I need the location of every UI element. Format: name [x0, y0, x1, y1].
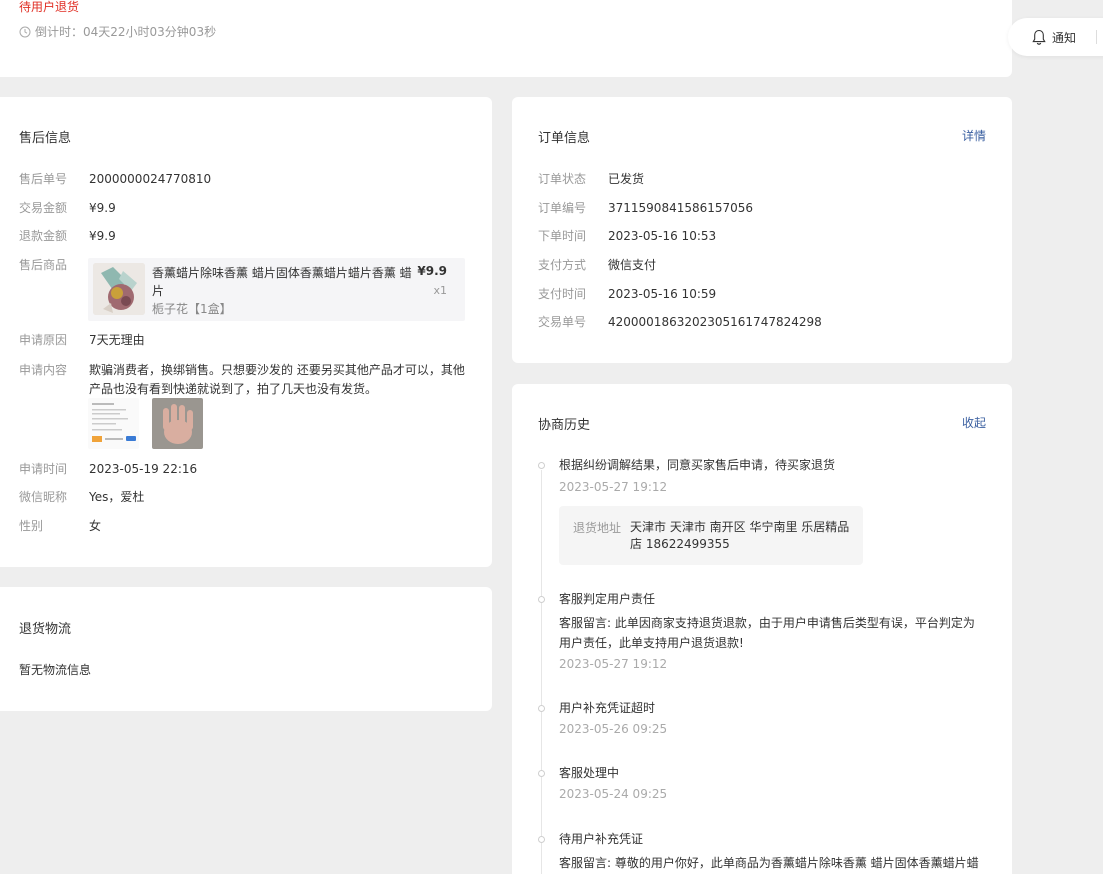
aftersale-title: 售后信息 [19, 131, 72, 146]
status-card: 待用户退货 倒计时：04天22小时03分钟03秒 [0, 0, 1012, 77]
product-qty: x1 [433, 284, 447, 297]
kv-label: 退款金额 [19, 229, 68, 243]
kv-value: 女 [89, 519, 102, 533]
kv-row: 交易单号 4200001863202305161747824298 [538, 314, 822, 330]
kv-value: Yes，爱杜 [89, 490, 145, 504]
kv-row: 申请时间 2023-05-19 22:16 [19, 461, 197, 477]
kv-value: 微信支付 [608, 258, 657, 272]
kv-value: 4200001863202305161747824298 [608, 315, 822, 329]
logistics-card: 退货物流 暂无物流信息 [0, 587, 492, 711]
kv-label: 申请内容 [19, 363, 68, 377]
kv-row: 微信昵称 Yes，爱杜 [19, 489, 144, 505]
product-sku: 栀子花【1盒】 [152, 302, 232, 316]
evidence-image-2[interactable] [152, 398, 203, 449]
timeline-dot [538, 705, 545, 712]
kv-label: 订单编号 [538, 201, 587, 215]
kv-value: 2023-05-16 10:53 [608, 229, 717, 243]
product-card[interactable]: 香薰蜡片除味香薰 蜡片固体香薰蜡片蜡片香薰 蜡片 栀子花【1盒】 ¥9.9 x1 [88, 258, 465, 321]
kv-row: 申请内容 欺骗消费者，换绑销售。只想要沙发的 还要另买其他产品才可以，其他产品也… [19, 361, 469, 399]
address-label: 退货地址 [573, 521, 622, 535]
kv-label: 支付时间 [538, 287, 587, 301]
kv-label: 下单时间 [538, 229, 587, 243]
logistics-title: 退货物流 [19, 622, 72, 637]
timeline-title: 客服判定用户责任 [559, 592, 656, 606]
timeline-title: 用户补充凭证超时 [559, 701, 656, 715]
timeline-time: 2023-05-24 09:25 [559, 787, 668, 801]
bell-icon [1032, 29, 1046, 45]
countdown-text: 倒计时：04天22小时03分钟03秒 [35, 25, 217, 39]
kv-value: 7天无理由 [89, 333, 145, 347]
kv-label: 性别 [19, 519, 44, 533]
kv-label: 订单状态 [538, 172, 587, 186]
kv-value: ¥9.9 [89, 229, 116, 243]
timeline-title: 待用户补充凭证 [559, 832, 644, 846]
kv-value: ¥9.9 [89, 201, 116, 215]
status-title: 待用户退货 [19, 0, 80, 14]
kv-value: 欺骗消费者，换绑销售。只想要沙发的 还要另买其他产品才可以，其他产品也没有看到快… [89, 363, 465, 396]
timeline-time: 2023-05-27 19:12 [559, 480, 668, 494]
timeline-dot [538, 770, 545, 777]
kv-row: 订单状态 已发货 [538, 171, 644, 187]
kv-row: 下单时间 2023-05-16 10:53 [538, 228, 716, 244]
kv-row: 申请原因 7天无理由 [19, 332, 145, 348]
kv-label: 交易金额 [19, 201, 68, 215]
kv-label: 交易单号 [538, 315, 587, 329]
timeline-time: 2023-05-27 19:12 [559, 657, 668, 671]
kv-row: 支付时间 2023-05-16 10:59 [538, 286, 716, 302]
kv-row: 支付方式 微信支付 [538, 257, 656, 273]
kv-value: 3711590841586157056 [608, 201, 754, 215]
kv-label: 售后单号 [19, 172, 68, 186]
countdown: 倒计时：04天22小时03分钟03秒 [19, 23, 216, 40]
history-title: 协商历史 [538, 418, 591, 433]
kv-value: 2023-05-19 22:16 [89, 462, 198, 476]
kv-label: 售后商品 [19, 258, 68, 272]
timeline-time: 2023-05-26 09:25 [559, 722, 668, 736]
kv-label: 申请原因 [19, 333, 68, 347]
timeline-title: 客服处理中 [559, 766, 620, 780]
kv-row: 退款金额 ¥9.9 [19, 228, 116, 244]
product-name: 香薰蜡片除味香薰 蜡片固体香薰蜡片蜡片香薰 蜡片 [152, 266, 412, 298]
evidence-image-1[interactable] [88, 398, 139, 449]
kv-label: 微信昵称 [19, 490, 68, 504]
product-price: ¥9.9 [417, 264, 447, 278]
kv-row: 交易金额 ¥9.9 [19, 200, 116, 216]
divider [1096, 30, 1098, 44]
kv-value: 2000000024770810 [89, 172, 212, 186]
address-value: 天津市 天津市 南开区 华宁南里 乐居精品店 18622499355 [630, 520, 850, 551]
kv-label: 支付方式 [538, 258, 587, 272]
logistics-empty-text: 暂无物流信息 [19, 663, 92, 677]
timeline-dot [538, 596, 545, 603]
timeline-dot [538, 462, 545, 469]
timeline-dot [538, 836, 545, 843]
kv-value: 已发货 [608, 172, 645, 186]
order-detail-link[interactable]: 详情 [962, 127, 986, 144]
kv-label: 申请时间 [19, 462, 68, 476]
timeline-text: 客服留言: 尊敬的用户你好，此单商品为香薰蜡片除味香薰 蜡片固体香薰蜡片蜡片 [559, 856, 979, 870]
timeline-title: 根据纠纷调解结果，同意买家售后申请，待买家退货 [559, 458, 836, 472]
timeline-line [541, 470, 542, 874]
kv-row: 售后单号 2000000024770810 [19, 171, 211, 187]
timeline-text: 客服留言: 此单因商家支持退货退款，由于用户申请售后类型有误，平台判定为用户责任… [559, 616, 975, 650]
aftersale-card: 售后信息 售后单号 2000000024770810 交易金额 ¥9.9 退款金… [0, 97, 492, 567]
history-collapse-link[interactable]: 收起 [962, 414, 986, 431]
return-address-box: 退货地址 天津市 天津市 南开区 华宁南里 乐居精品店 18622499355 [559, 506, 863, 565]
notify-label: 通知 [1052, 30, 1077, 45]
history-card: 协商历史 收起 根据纠纷调解结果，同意买家售后申请，待买家退货 2023-05-… [512, 384, 1012, 874]
kv-row: 售后商品 [19, 257, 89, 273]
notify-button[interactable]: 通知 [1008, 18, 1103, 56]
product-image [93, 263, 145, 315]
kv-row: 订单编号 3711590841586157056 [538, 200, 753, 216]
order-title: 订单信息 [538, 131, 591, 146]
kv-value: 2023-05-16 10:59 [608, 287, 717, 301]
clock-icon [19, 26, 31, 37]
kv-row: 性别 女 [19, 518, 101, 534]
order-card: 订单信息 详情 订单状态 已发货 订单编号 371159084158615705… [512, 97, 1012, 363]
